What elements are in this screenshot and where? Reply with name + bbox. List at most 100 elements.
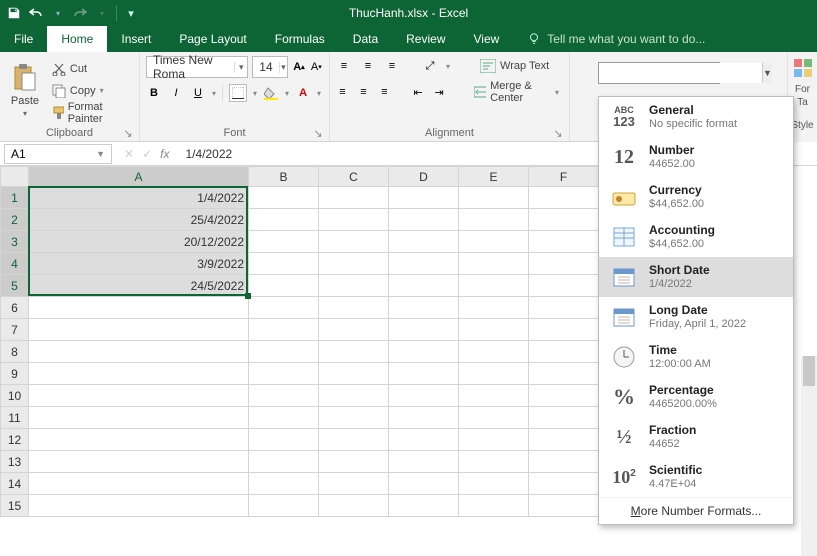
cell-B11[interactable]: [249, 407, 319, 429]
vertical-scrollbar[interactable]: ▲: [801, 356, 817, 556]
cell-E7[interactable]: [459, 319, 529, 341]
fmt-item-percentage[interactable]: %Percentage4465200.00%: [599, 377, 793, 417]
tab-review[interactable]: Review: [392, 26, 459, 52]
cell-C9[interactable]: [319, 363, 389, 385]
row-header-5[interactable]: 5: [1, 275, 29, 297]
enter-icon[interactable]: ✓: [142, 147, 152, 161]
row-header-10[interactable]: 10: [1, 385, 29, 407]
cell-A13[interactable]: [29, 451, 249, 473]
cell-D11[interactable]: [389, 407, 459, 429]
row-header-15[interactable]: 15: [1, 495, 29, 517]
cell-C4[interactable]: [319, 253, 389, 275]
cell-D7[interactable]: [389, 319, 459, 341]
row-header-11[interactable]: 11: [1, 407, 29, 429]
cell-C6[interactable]: [319, 297, 389, 319]
cell-D9[interactable]: [389, 363, 459, 385]
cell-D14[interactable]: [389, 473, 459, 495]
cell-D15[interactable]: [389, 495, 459, 517]
qat-more-icon[interactable]: ▾: [123, 5, 139, 21]
copy-button[interactable]: Copy ▾: [48, 81, 133, 101]
fx-icon[interactable]: fx: [160, 147, 169, 161]
cell-E8[interactable]: [459, 341, 529, 363]
cell-E11[interactable]: [459, 407, 529, 429]
cell-E3[interactable]: [459, 231, 529, 253]
cell-F14[interactable]: [529, 473, 599, 495]
fmt-item-scientific[interactable]: 102Scientific4.47E+04: [599, 457, 793, 497]
cell-B5[interactable]: [249, 275, 319, 297]
undo-dropdown-icon[interactable]: ▾: [50, 5, 66, 21]
row-header-12[interactable]: 12: [1, 429, 29, 451]
cell-E5[interactable]: [459, 275, 529, 297]
cell-C10[interactable]: [319, 385, 389, 407]
cell-D8[interactable]: [389, 341, 459, 363]
cell-F4[interactable]: [529, 253, 599, 275]
cell-B6[interactable]: [249, 297, 319, 319]
cell-A5[interactable]: 24/5/2022: [29, 275, 249, 297]
cell-E10[interactable]: [459, 385, 529, 407]
cell-C15[interactable]: [319, 495, 389, 517]
row-header-2[interactable]: 2: [1, 209, 29, 231]
cell-D4[interactable]: [389, 253, 459, 275]
cell-D12[interactable]: [389, 429, 459, 451]
fmt-item-fraction[interactable]: ½Fraction44652: [599, 417, 793, 457]
cell-B8[interactable]: [249, 341, 319, 363]
merge-center-button[interactable]: Merge & Center ▾: [470, 82, 563, 102]
col-header-D[interactable]: D: [389, 167, 459, 187]
cell-B12[interactable]: [249, 429, 319, 451]
font-color-button[interactable]: A: [295, 85, 311, 101]
more-number-formats[interactable]: More Number Formats...: [599, 497, 793, 524]
tab-formulas[interactable]: Formulas: [261, 26, 339, 52]
orientation-icon[interactable]: ⤢: [422, 58, 438, 74]
dialog-launcher-icon[interactable]: ↘: [313, 127, 323, 137]
font-size-select[interactable]: 14▾: [252, 56, 288, 78]
number-format-input[interactable]: [599, 63, 762, 83]
cell-C5[interactable]: [319, 275, 389, 297]
row-header-7[interactable]: 7: [1, 319, 29, 341]
cell-B1[interactable]: [249, 187, 319, 209]
fmt-item-accounting[interactable]: Accounting$44,652.00: [599, 217, 793, 257]
cell-C12[interactable]: [319, 429, 389, 451]
cell-A7[interactable]: [29, 319, 249, 341]
tab-view[interactable]: View: [460, 26, 514, 52]
col-header-F[interactable]: F: [529, 167, 599, 187]
redo-dropdown-icon[interactable]: ▾: [94, 5, 110, 21]
col-header-A[interactable]: A: [29, 167, 249, 187]
cell-A2[interactable]: 25/4/2022: [29, 209, 249, 231]
scroll-thumb[interactable]: [803, 356, 815, 386]
align-bottom-icon[interactable]: ≡: [384, 58, 400, 74]
tell-me[interactable]: Tell me what you want to do...: [513, 26, 705, 52]
cell-C8[interactable]: [319, 341, 389, 363]
cell-E4[interactable]: [459, 253, 529, 275]
cell-D13[interactable]: [389, 451, 459, 473]
cell-B4[interactable]: [249, 253, 319, 275]
cell-A1[interactable]: 1/4/2022: [29, 187, 249, 209]
row-header-14[interactable]: 14: [1, 473, 29, 495]
align-top-icon[interactable]: ≡: [336, 58, 352, 74]
dialog-launcher-icon[interactable]: ↘: [553, 127, 563, 137]
cell-D1[interactable]: [389, 187, 459, 209]
cell-E14[interactable]: [459, 473, 529, 495]
align-center-icon[interactable]: ≡: [357, 84, 370, 100]
increase-font-icon[interactable]: A▴: [292, 59, 305, 75]
cell-D3[interactable]: [389, 231, 459, 253]
row-header-9[interactable]: 9: [1, 363, 29, 385]
cell-E15[interactable]: [459, 495, 529, 517]
cell-E12[interactable]: [459, 429, 529, 451]
italic-button[interactable]: I: [168, 85, 184, 101]
cell-C11[interactable]: [319, 407, 389, 429]
font-name-select[interactable]: Times New Roma▾: [146, 56, 248, 78]
chevron-down-icon[interactable]: ▼: [96, 149, 105, 159]
cell-B10[interactable]: [249, 385, 319, 407]
tab-data[interactable]: Data: [339, 26, 392, 52]
cell-E6[interactable]: [459, 297, 529, 319]
undo-icon[interactable]: [28, 5, 44, 21]
cell-F11[interactable]: [529, 407, 599, 429]
select-all-corner[interactable]: [1, 167, 29, 187]
cell-F13[interactable]: [529, 451, 599, 473]
cell-B7[interactable]: [249, 319, 319, 341]
cell-A14[interactable]: [29, 473, 249, 495]
cell-F15[interactable]: [529, 495, 599, 517]
col-header-B[interactable]: B: [249, 167, 319, 187]
cell-D5[interactable]: [389, 275, 459, 297]
cell-A8[interactable]: [29, 341, 249, 363]
